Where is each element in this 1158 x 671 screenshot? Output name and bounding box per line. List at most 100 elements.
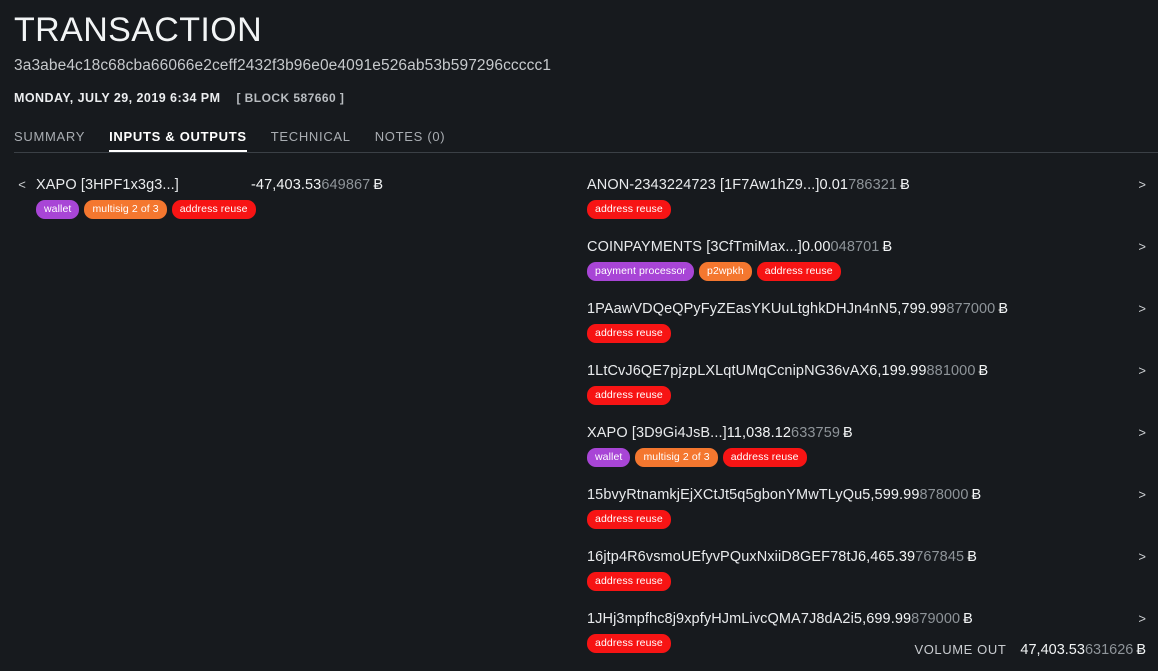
output-row: XAPO [3D9Gi4JsB...]11,038.12633759Ƀwalle…: [587, 423, 1146, 467]
tag-address-reuse[interactable]: address reuse: [587, 510, 671, 529]
tag-address-reuse[interactable]: address reuse: [757, 262, 841, 281]
bitcoin-symbol-icon: Ƀ: [373, 177, 383, 193]
output-amount-main: 5,799.99: [889, 301, 946, 317]
volume-out-label: VOLUME OUT: [914, 639, 1006, 661]
output-row: 16jtp4R6vsmoUEfyvPQuxNxiiD8GEF78tJ6,465.…: [587, 547, 1146, 591]
bitcoin-symbol-icon: Ƀ: [882, 239, 892, 255]
chevron-right-icon[interactable]: >: [1130, 237, 1146, 257]
output-amount: 0.00048701Ƀ: [802, 237, 892, 257]
tab-bar: SUMMARY INPUTS & OUTPUTS TECHNICAL NOTES (0…: [0, 125, 1158, 153]
output-tags: address reuse: [587, 510, 671, 529]
output-address[interactable]: 1LtCvJ6QE7pjzpLXLqtUMqCcnipNG36vAX: [587, 361, 869, 381]
output-entry-line: 16jtp4R6vsmoUEfyvPQuxNxiiD8GEF78tJ6,465.…: [587, 547, 977, 567]
output-address[interactable]: 1JHj3mpfhc8j9xpfyHJmLivcQMA7J8dA2i: [587, 609, 854, 629]
tab-divider: [14, 152, 1158, 153]
output-amount-main: 6,199.99: [869, 363, 926, 379]
block-reference[interactable]: [ BLOCK 587660 ]: [236, 89, 344, 107]
tab-technical[interactable]: TECHNICAL: [271, 129, 351, 153]
input-amount-main: -47,403.53: [251, 177, 321, 193]
inputs-outputs-panel: <XAPO [3HPF1x3g3...]-47,403.53649867Ƀwal…: [0, 153, 1158, 671]
output-amount-fraction: 881000: [927, 363, 976, 379]
output-address[interactable]: 15bvyRtnamkjEjXCtJt5q5gbonYMwTLyQu: [587, 485, 862, 505]
tag-address-reuse[interactable]: address reuse: [587, 572, 671, 591]
page-title: TRANSACTION: [14, 8, 1144, 52]
output-address[interactable]: 1PAawVDQeQPyFyZEasYKUuLtghkDHJn4nN: [587, 299, 889, 319]
tag-p2wpkh[interactable]: p2wpkh: [699, 262, 752, 281]
output-entry-line: 1LtCvJ6QE7pjzpLXLqtUMqCcnipNG36vAX6,199.…: [587, 361, 988, 381]
output-entry-line: ANON-2343224723 [1F7Aw1hZ9...]0.01786321…: [587, 175, 910, 195]
tag-payment-processor[interactable]: payment processor: [587, 262, 694, 281]
output-amount-fraction: 633759: [791, 425, 840, 441]
transaction-meta: MONDAY, JULY 29, 2019 6:34 PM [ BLOCK 58…: [14, 89, 1144, 107]
output-address[interactable]: ANON-2343224723 [1F7Aw1hZ9...]: [587, 175, 819, 195]
input-row: <XAPO [3HPF1x3g3...]-47,403.53649867Ƀwal…: [14, 175, 571, 219]
input-tags: wallet multisig 2 of 3 address reuse: [36, 200, 383, 219]
output-amount-fraction: 767845: [915, 549, 964, 565]
chevron-right-icon[interactable]: >: [1130, 485, 1146, 505]
output-amount: 11,038.12633759Ƀ: [727, 423, 853, 443]
output-row: COINPAYMENTS [3CfTmiMax...]0.00048701Ƀ pa…: [587, 237, 1146, 281]
output-amount-main: 11,038.12: [727, 425, 791, 441]
tag-multisig-2-of-3[interactable]: multisig 2 of 3: [635, 448, 717, 467]
volume-out-total: VOLUME OUT 47,403.53631626Ƀ: [914, 639, 1146, 661]
output-amount-main: 5,699.99: [854, 611, 911, 627]
output-amount-main: 5,599.99: [862, 487, 919, 503]
output-entry-line: 15bvyRtnamkjEjXCtJt5q5gbonYMwTLyQu5,599.…: [587, 485, 981, 505]
tag-wallet[interactable]: wallet: [587, 448, 630, 467]
chevron-right-icon[interactable]: >: [1130, 609, 1146, 629]
output-amount-main: 0.00: [802, 239, 831, 255]
output-amount-main: 0.01: [819, 177, 848, 193]
output-amount-fraction: 879000: [911, 611, 960, 627]
tag-address-reuse[interactable]: address reuse: [723, 448, 807, 467]
input-amount-fraction: 649867: [321, 177, 370, 193]
output-tags: address reuse: [587, 572, 671, 591]
tag-address-reuse[interactable]: address reuse: [172, 200, 256, 219]
tab-summary[interactable]: SUMMARY: [14, 129, 85, 153]
output-entry: XAPO [3D9Gi4JsB...]11,038.12633759Ƀwalle…: [587, 423, 1123, 467]
output-amount-main: 6,465.39: [858, 549, 915, 565]
bitcoin-symbol-icon: Ƀ: [972, 487, 982, 503]
output-tags: address reuse: [587, 386, 671, 405]
outputs-column: ANON-2343224723 [1F7Aw1hZ9...]0.01786321…: [579, 175, 1158, 671]
chevron-right-icon[interactable]: >: [1130, 547, 1146, 567]
bitcoin-symbol-icon: Ƀ: [963, 611, 973, 627]
output-row: 1PAawVDQeQPyFyZEasYKUuLtghkDHJn4nN5,799.…: [587, 299, 1146, 343]
output-entry-line: COINPAYMENTS [3CfTmiMax...]0.00048701Ƀ: [587, 237, 892, 257]
chevron-right-icon[interactable]: >: [1130, 361, 1146, 381]
output-amount: 5,599.99878000Ƀ: [862, 485, 981, 505]
tab-notes-0[interactable]: NOTES (0): [375, 129, 446, 153]
chevron-right-icon[interactable]: >: [1130, 299, 1146, 319]
output-entry: 1PAawVDQeQPyFyZEasYKUuLtghkDHJn4nN5,799.…: [587, 299, 1123, 343]
output-entry-line: 1PAawVDQeQPyFyZEasYKUuLtghkDHJn4nN5,799.…: [587, 299, 1008, 319]
output-entry: 15bvyRtnamkjEjXCtJt5q5gbonYMwTLyQu5,599.…: [587, 485, 1123, 529]
output-amount-fraction: 877000: [946, 301, 995, 317]
tag-address-reuse[interactable]: address reuse: [587, 634, 671, 653]
transaction-hash[interactable]: 3a3abe4c18c68cba66066e2ceff2432f3b96e0e4…: [14, 54, 1144, 78]
tag-wallet[interactable]: wallet: [36, 200, 79, 219]
tag-multisig-2-of-3[interactable]: multisig 2 of 3: [84, 200, 166, 219]
input-address[interactable]: XAPO [3HPF1x3g3...]: [36, 175, 251, 195]
output-address[interactable]: COINPAYMENTS [3CfTmiMax...]: [587, 237, 802, 257]
tag-address-reuse[interactable]: address reuse: [587, 200, 671, 219]
tag-address-reuse[interactable]: address reuse: [587, 386, 671, 405]
output-entry-line: 1JHj3mpfhc8j9xpfyHJmLivcQMA7J8dA2i5,699.…: [587, 609, 973, 629]
output-amount-fraction: 878000: [920, 487, 969, 503]
output-entry: COINPAYMENTS [3CfTmiMax...]0.00048701Ƀ pa…: [587, 237, 1123, 281]
chevron-right-icon[interactable]: >: [1130, 175, 1146, 195]
chevron-right-icon[interactable]: >: [1130, 423, 1146, 443]
output-address[interactable]: 16jtp4R6vsmoUEfyvPQuxNxiiD8GEF78tJ: [587, 547, 858, 567]
bitcoin-symbol-icon: Ƀ: [900, 177, 910, 193]
bitcoin-symbol-icon: Ƀ: [843, 425, 853, 441]
input-amount: -47,403.53649867Ƀ: [251, 175, 383, 195]
output-row: ANON-2343224723 [1F7Aw1hZ9...]0.01786321…: [587, 175, 1146, 219]
chevron-left-icon[interactable]: <: [14, 175, 30, 195]
bitcoin-symbol-icon: Ƀ: [998, 301, 1008, 317]
tab-inputs-outputs[interactable]: INPUTS & OUTPUTS: [109, 129, 247, 153]
output-amount: 0.01786321Ƀ: [819, 175, 909, 195]
output-entry: ANON-2343224723 [1F7Aw1hZ9...]0.01786321…: [587, 175, 1123, 219]
volume-out-amount: 47,403.53631626Ƀ: [1020, 639, 1146, 661]
output-address[interactable]: XAPO [3D9Gi4JsB...]: [587, 423, 727, 443]
input-entry-line: XAPO [3HPF1x3g3...]-47,403.53649867Ƀ: [36, 175, 383, 195]
output-amount: 6,465.39767845Ƀ: [858, 547, 977, 567]
tag-address-reuse[interactable]: address reuse: [587, 324, 671, 343]
